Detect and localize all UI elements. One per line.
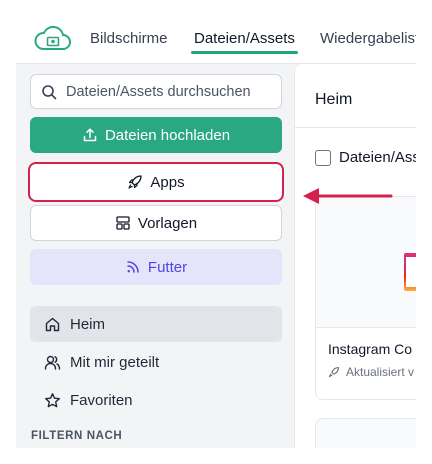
asset-meta: Aktualisiert v xyxy=(328,365,414,379)
tab-bildschirme[interactable]: Bildschirme xyxy=(90,30,168,47)
sidebar: Dateien hochladen Apps Vorlagen xyxy=(16,64,294,448)
home-icon xyxy=(45,317,60,331)
search-box[interactable] xyxy=(30,74,282,109)
app-window: Bildschirme Dateien/Assets Wiedergabelis… xyxy=(16,16,416,448)
asset-updated-text: Aktualisiert v xyxy=(346,365,415,379)
upload-files-button[interactable]: Dateien hochladen xyxy=(30,117,282,153)
templates-label: Vorlagen xyxy=(137,214,198,232)
sidebar-item-favorites[interactable]: Favoriten xyxy=(30,382,282,418)
users-icon xyxy=(44,355,61,370)
filter-heading: FILTERN NACH xyxy=(31,430,123,442)
select-all-row[interactable]: Dateien/Ass xyxy=(315,149,416,166)
apps-button[interactable]: Apps xyxy=(28,162,284,202)
apps-label: Apps xyxy=(150,173,185,191)
star-icon xyxy=(45,392,60,407)
select-all-label: Dateien/Ass xyxy=(339,149,416,166)
upload-files-label: Dateien hochladen xyxy=(104,126,231,144)
asset-title: Instagram Co xyxy=(328,341,413,357)
search-icon xyxy=(42,84,57,99)
templates-button[interactable]: Vorlagen xyxy=(30,205,282,241)
asset-card-body: Instagram Co Aktualisiert v xyxy=(316,327,416,399)
feed-button[interactable]: Futter xyxy=(30,249,282,285)
tab-wiedergabeliste[interactable]: Wiedergabelist xyxy=(320,30,416,47)
asset-card[interactable]: Instagram Co Aktualisiert v xyxy=(315,196,416,400)
page-title: Heim xyxy=(315,91,353,108)
sidebar-item-shared-label: Mit mir geteilt xyxy=(70,353,160,371)
asset-card[interactable] xyxy=(315,418,416,448)
select-all-checkbox[interactable] xyxy=(315,149,331,166)
rocket-icon xyxy=(128,175,143,189)
active-tab-indicator xyxy=(191,51,298,54)
top-navigation-bar: Bildschirme Dateien/Assets Wiedergabelis… xyxy=(16,16,416,64)
sidebar-item-shared[interactable]: Mit mir geteilt xyxy=(30,344,282,380)
sidebar-item-home-label: Heim xyxy=(70,315,106,333)
divider xyxy=(295,127,416,128)
tab-dateien-assets[interactable]: Dateien/Assets xyxy=(194,30,295,47)
rocket-icon xyxy=(328,366,340,378)
sidebar-item-favorites-label: Favoriten xyxy=(70,391,133,409)
feed-label: Futter xyxy=(147,258,188,276)
instagram-preview-icon xyxy=(404,253,416,291)
search-input[interactable] xyxy=(66,83,266,100)
annotation-arrow-icon xyxy=(303,188,393,204)
upload-icon xyxy=(83,128,97,142)
cloud-logo-icon[interactable] xyxy=(34,25,72,53)
sidebar-item-home[interactable]: Heim xyxy=(30,306,282,342)
asset-thumbnail xyxy=(316,197,416,327)
template-layout-icon xyxy=(116,216,130,230)
rss-feed-icon xyxy=(127,261,139,273)
main-content: Heim Dateien/Ass Instagram Co Aktualisie… xyxy=(294,64,416,448)
